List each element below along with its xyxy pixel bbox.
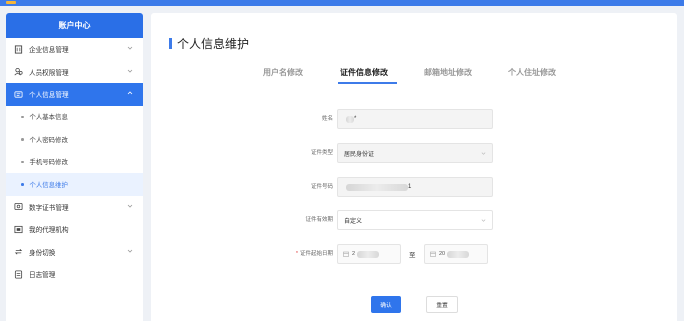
form-row-name: 姓名 * [151,109,677,129]
bullet-dot [21,183,24,186]
sidebar-subitem-phone[interactable]: 手机号码修改 [6,151,143,174]
sidebar: 账户中心 企业信息管理 人员权限管理 个人信息管理 个人基本信息 个人密码修改 … [6,13,143,321]
validity-value: 自定义 [344,218,363,225]
id-number-field[interactable]: 1 [337,177,493,197]
sidebar-item-label: 身份切换 [29,249,56,257]
sidebar-item-label: 人员权限管理 [29,69,69,77]
id-number-value: 1 [408,184,412,190]
validity-label: 证件有效期 [305,217,333,223]
bullet-dot [21,138,24,141]
id-number-label: 证件号码 [310,184,333,190]
sidebar-item-personnel[interactable]: 人员权限管理 [6,61,143,84]
calendar-icon [343,251,349,257]
sidebar-subitem-password[interactable]: 个人密码修改 [6,128,143,151]
sidebar-header: 账户中心 [6,13,143,38]
id-type-value: 居民身份证 [344,151,375,158]
sidebar-item-enterprise[interactable]: 企业信息管理 [6,38,143,61]
tab-bar: 用户名修改 证件信息修改 邮箱地址修改 个人住址修改 [263,67,573,87]
masked-value [447,250,470,258]
chevron-down-icon [481,218,486,223]
sidebar-item-label: 我的代理机构 [29,227,69,235]
building-icon [13,44,23,54]
start-date-value: 2 [352,251,356,257]
calendar-icon [430,251,436,257]
sidebar-item-personal-info[interactable]: 个人信息管理 [6,83,143,106]
chevron-down-icon [127,203,133,209]
sidebar-item-label: 日志管理 [29,272,56,280]
masked-value [346,183,408,191]
sidebar-item-certificate[interactable]: 数字证书管理 [6,196,143,219]
bullet-dot [21,115,24,118]
name-value: * [354,116,357,122]
tab-id-info[interactable]: 证件信息修改 [340,67,388,78]
chevron-down-icon [127,45,133,51]
masked-value [357,250,380,258]
id-card-icon [13,89,23,99]
sidebar-subitem-label: 个人基本信息 [29,114,68,122]
user-group-icon [13,67,23,77]
start-date-label-text: 证件起始日期 [299,251,333,257]
sidebar-item-identity-switch[interactable]: 身份切换 [6,241,143,264]
form-row-date-range: * 证件起始日期 2 至 20 [151,244,677,264]
id-type-label: 证件类型 [310,150,333,156]
chevron-down-icon [481,151,486,156]
sidebar-item-label: 企业信息管理 [29,47,69,55]
agency-icon [13,224,23,234]
sidebar-subitem-basic-info[interactable]: 个人基本信息 [6,106,143,129]
chevron-up-icon [127,90,133,96]
sidebar-subitem-label: 手机号码修改 [29,159,68,167]
sidebar-item-label: 个人信息管理 [29,92,69,100]
tab-username[interactable]: 用户名修改 [263,67,303,78]
certificate-icon [13,202,23,212]
name-label: 姓名 [321,116,333,122]
sidebar-item-agency[interactable]: 我的代理机构 [6,218,143,241]
title-accent-bar [169,38,172,49]
log-icon [13,269,23,279]
main-panel: 个人信息维护 用户名修改 证件信息修改 邮箱地址修改 个人住址修改 姓名 * 证… [151,13,677,321]
end-date-value: 20 [439,251,446,257]
masked-value [346,115,354,123]
form-row-validity: 证件有效期 自定义 [151,210,677,230]
switch-icon [13,247,23,257]
chevron-down-icon [127,248,133,254]
id-type-select[interactable]: 居民身份证 [337,143,493,163]
range-separator: 至 [409,252,416,259]
bullet-dot [21,160,24,163]
form-row-id-type: 证件类型 居民身份证 [151,143,677,163]
start-date-label: * 证件起始日期 [295,251,333,257]
brand-mark [6,1,16,4]
end-date-picker[interactable]: 20 [424,244,488,264]
sidebar-subitem-info-maintenance[interactable]: 个人信息维护 [6,173,143,196]
tab-email[interactable]: 邮箱地址修改 [424,67,472,78]
top-bar [0,0,684,6]
validity-select[interactable]: 自定义 [337,210,493,230]
sidebar-item-logs[interactable]: 日志管理 [6,263,143,286]
start-date-picker[interactable]: 2 [337,244,401,264]
name-field[interactable]: * [337,109,493,129]
sidebar-item-label: 数字证书管理 [29,204,69,212]
active-tab-indicator [338,82,397,84]
confirm-button[interactable]: 确认 [371,296,401,313]
form-row-id-number: 证件号码 1 [151,177,677,197]
sidebar-subitem-label: 个人信息维护 [29,181,68,189]
chevron-down-icon [127,68,133,74]
sidebar-subitem-label: 个人密码修改 [29,136,68,144]
reset-button[interactable]: 重置 [426,296,458,313]
page-title: 个人信息维护 [177,37,250,51]
tab-address[interactable]: 个人住址修改 [508,67,556,78]
